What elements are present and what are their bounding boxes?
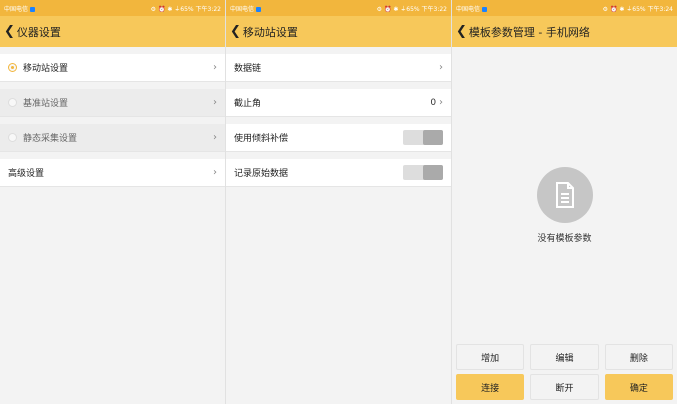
list-item-static-collection-settings[interactable]: 静态采集设置 › bbox=[0, 124, 225, 152]
back-arrow-icon[interactable]: ❮ bbox=[230, 25, 241, 38]
tilt-compensation-toggle[interactable] bbox=[403, 130, 443, 145]
cutoff-angle-value: 0 bbox=[430, 98, 437, 108]
status-bar: 中国电信 ⚙ ⏰ ✱ ⏚65% 下午3:22 bbox=[226, 0, 451, 16]
toggle-knob bbox=[423, 130, 443, 145]
titlebar: ❮ 移动站设置 bbox=[226, 16, 451, 47]
list-item-label: 静态采集设置 bbox=[23, 134, 78, 144]
list-item-rover-settings[interactable]: 移动站设置 › bbox=[0, 54, 225, 82]
back-arrow-icon[interactable]: ❮ bbox=[456, 25, 467, 38]
disconnect-button[interactable]: 断开 bbox=[530, 374, 599, 400]
status-icon bbox=[30, 6, 36, 12]
delete-button[interactable]: 删除 bbox=[604, 344, 673, 370]
status-right: ⚙ ⏰ ✱ ⏚65% 下午3:22 bbox=[150, 5, 221, 13]
template-area: 没有模板参数 增加 编辑 删除 连接 断开 确定 bbox=[452, 47, 677, 404]
titlebar: ❮ 模板参数管理 - 手机网络 bbox=[452, 16, 677, 47]
settings-list: 移动站设置 › 基准站设置 › 静态采集设置 › 高级设置 › bbox=[0, 47, 225, 404]
chevron-right-icon: › bbox=[439, 97, 443, 108]
list-item-tilt-compensation[interactable]: 使用倾斜补偿 bbox=[226, 124, 451, 152]
status-bar: 中国电信 ⚙ ⏰ ✱ ⏚65% 下午3:22 bbox=[0, 0, 225, 16]
settings-list: 数据链 › 截止角 0 › 使用倾斜补偿 记录原始数据 bbox=[226, 47, 451, 404]
status-right: ⚙ ⏰ ✱ ⏚65% 下午3:24 bbox=[602, 5, 673, 13]
list-item-label: 记录原始数据 bbox=[234, 169, 289, 179]
list-item-record-raw-data[interactable]: 记录原始数据 bbox=[226, 159, 451, 187]
list-item-cutoff-angle[interactable]: 截止角 0 › bbox=[226, 89, 451, 117]
status-bar: 中国电信 ⚙ ⏰ ✱ ⏚65% 下午3:24 bbox=[452, 0, 677, 16]
connect-button[interactable]: 连接 bbox=[456, 374, 525, 400]
status-icon bbox=[482, 6, 488, 12]
chevron-right-icon: › bbox=[213, 167, 217, 178]
back-arrow-icon[interactable]: ❮ bbox=[4, 25, 15, 38]
document-icon bbox=[536, 167, 593, 223]
status-right: ⚙ ⏰ ✱ ⏚65% 下午3:22 bbox=[376, 5, 447, 13]
list-item-label: 高级设置 bbox=[8, 169, 45, 179]
list-item-label: 截止角 bbox=[234, 99, 262, 109]
confirm-button[interactable]: 确定 bbox=[604, 374, 673, 400]
time: 下午3:24 bbox=[647, 5, 673, 13]
edit-button[interactable]: 编辑 bbox=[530, 344, 599, 370]
carrier: 中国电信 bbox=[230, 4, 262, 13]
empty-state: 没有模板参数 bbox=[452, 167, 677, 244]
page-title: 移动站设置 bbox=[242, 25, 298, 39]
list-item-datalink[interactable]: 数据链 › bbox=[226, 54, 451, 82]
screen-rover-settings: 中国电信 ⚙ ⏰ ✱ ⏚65% 下午3:22 ❮ 移动站设置 数据链 › 截止角… bbox=[225, 0, 451, 404]
page-title: 模板参数管理 - 手机网络 bbox=[468, 25, 590, 39]
chevron-right-icon: › bbox=[213, 132, 217, 143]
screen-template-parameter-management: 中国电信 ⚙ ⏰ ✱ ⏚65% 下午3:24 ❮ 模板参数管理 - 手机网络 没… bbox=[451, 0, 677, 404]
chevron-right-icon: › bbox=[213, 62, 217, 73]
list-item-advanced-settings[interactable]: 高级设置 › bbox=[0, 159, 225, 187]
carrier: 中国电信 bbox=[4, 4, 36, 13]
phone-screens: 中国电信 ⚙ ⏰ ✱ ⏚65% 下午3:22 ❮ 仪器设置 移动站设置 › 基准… bbox=[0, 0, 677, 404]
toggle-knob bbox=[423, 165, 443, 180]
titlebar: ❮ 仪器设置 bbox=[0, 16, 225, 47]
screen-instrument-settings: 中国电信 ⚙ ⏰ ✱ ⏚65% 下午3:22 ❮ 仪器设置 移动站设置 › 基准… bbox=[0, 0, 225, 404]
list-item-label: 基准站设置 bbox=[23, 99, 69, 109]
status-icon bbox=[256, 6, 262, 12]
list-item-label: 使用倾斜补偿 bbox=[234, 134, 289, 144]
list-item-label: 移动站设置 bbox=[23, 64, 69, 74]
record-raw-data-toggle[interactable] bbox=[403, 165, 443, 180]
radio-unselected-icon[interactable] bbox=[8, 98, 17, 107]
list-item-label: 数据链 bbox=[234, 64, 262, 74]
radio-selected-icon[interactable] bbox=[8, 63, 17, 72]
time: 下午3:22 bbox=[421, 5, 447, 13]
chevron-right-icon: › bbox=[439, 62, 443, 73]
empty-text: 没有模板参数 bbox=[537, 234, 592, 244]
action-buttons: 增加 编辑 删除 连接 断开 确定 bbox=[452, 344, 677, 404]
add-button[interactable]: 增加 bbox=[456, 344, 525, 370]
radio-unselected-icon[interactable] bbox=[8, 133, 17, 142]
list-item-base-settings[interactable]: 基准站设置 › bbox=[0, 89, 225, 117]
time: 下午3:22 bbox=[195, 5, 221, 13]
page-title: 仪器设置 bbox=[16, 25, 61, 39]
carrier: 中国电信 bbox=[456, 4, 488, 13]
chevron-right-icon: › bbox=[213, 97, 217, 108]
